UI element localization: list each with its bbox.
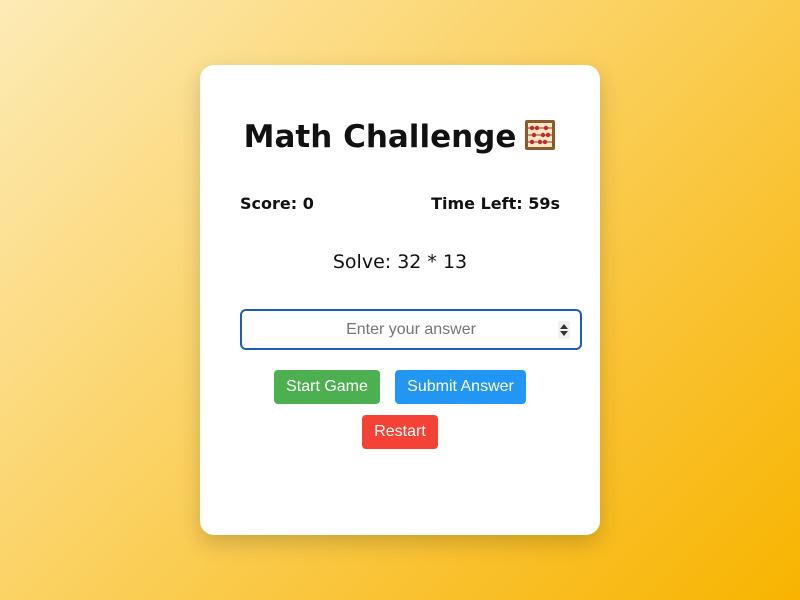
stats-row: Score: 0 Time Left: 59s: [240, 194, 560, 213]
problem-text: Solve: 32 * 13: [332, 251, 468, 273]
number-spinner[interactable]: [558, 321, 570, 339]
submit-answer-button[interactable]: Submit Answer: [395, 370, 526, 404]
abacus-icon: [524, 119, 556, 161]
spinner-up-icon[interactable]: [560, 324, 568, 329]
score-label: Score: 0: [240, 194, 314, 213]
game-card: Math Challenge Score: 0 Time Left: 59s S…: [200, 65, 600, 535]
time-left-label: Time Left: 59s: [431, 194, 560, 213]
answer-field: [240, 309, 582, 350]
answer-input[interactable]: [242, 311, 580, 348]
title-text: Math Challenge: [243, 119, 517, 155]
page-title: Math Challenge: [200, 117, 600, 161]
spinner-down-icon[interactable]: [560, 331, 568, 336]
start-game-button[interactable]: Start Game: [274, 370, 380, 404]
restart-button[interactable]: Restart: [362, 415, 438, 449]
